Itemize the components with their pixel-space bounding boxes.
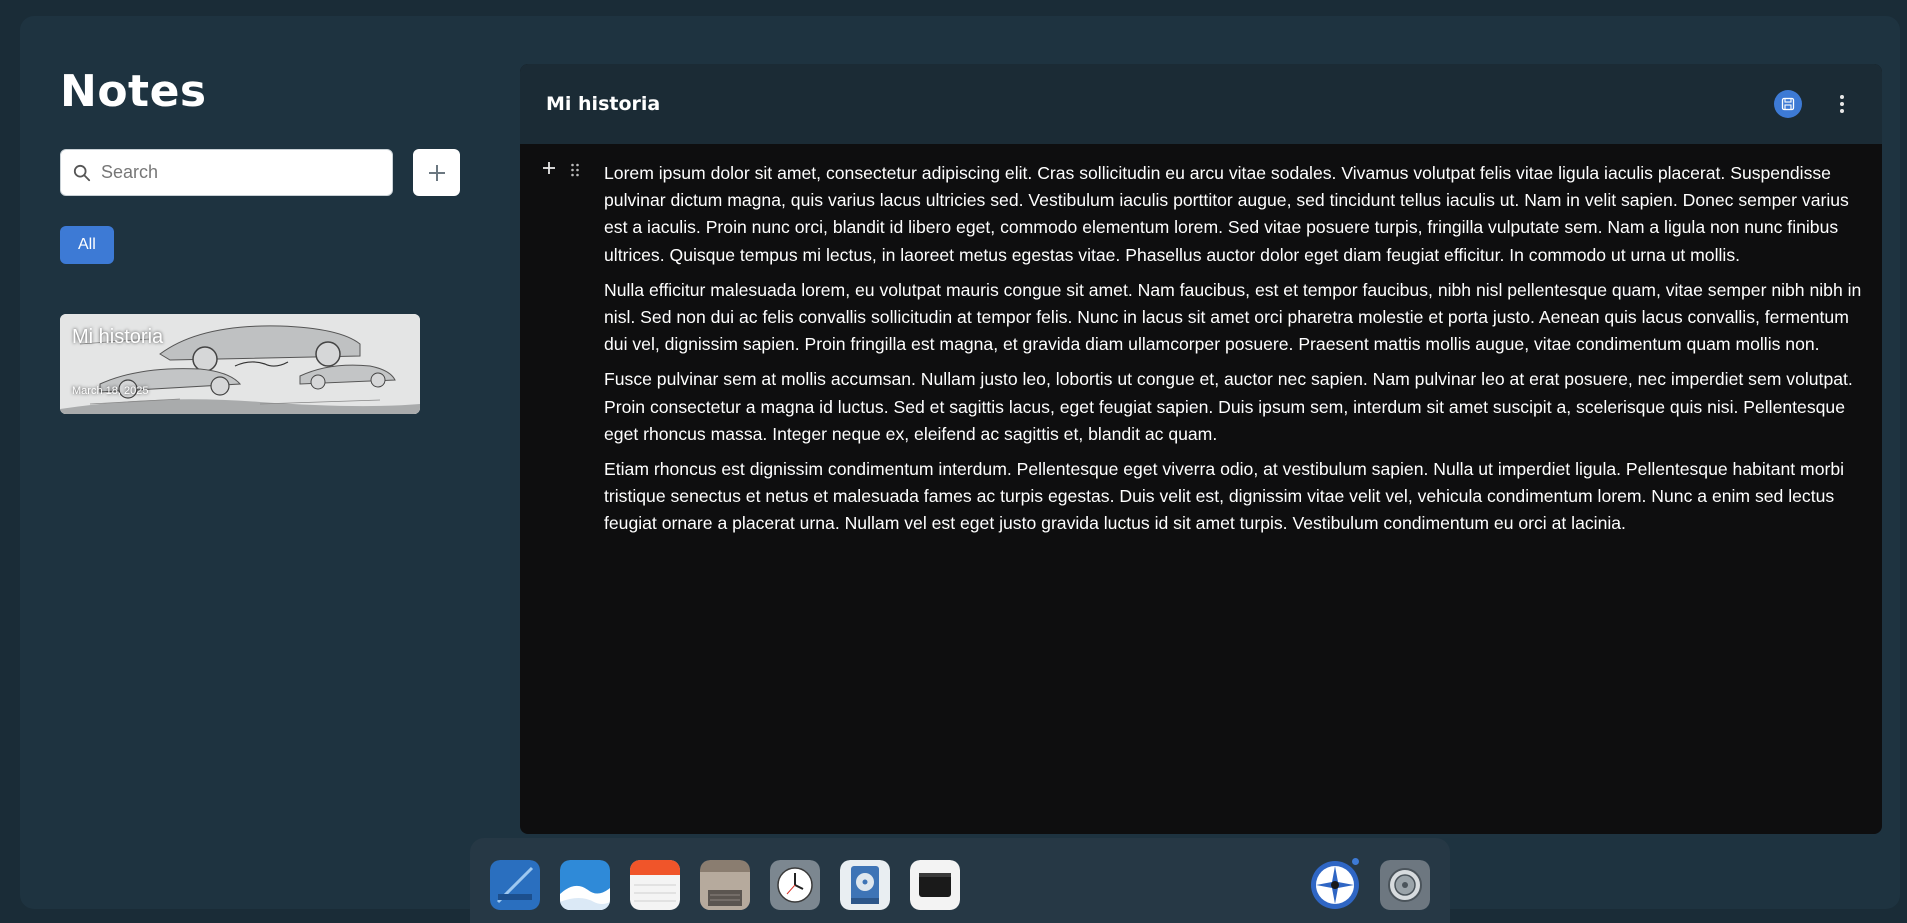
search-input[interactable] <box>101 162 371 183</box>
more-dot-icon <box>1840 109 1844 113</box>
plus-icon <box>428 164 445 181</box>
files-app-icon[interactable] <box>700 860 750 910</box>
disk-utility-app-icon[interactable] <box>840 860 890 910</box>
save-button[interactable] <box>1774 90 1802 118</box>
note-card-title: Mi historia <box>72 326 164 348</box>
add-note-button[interactable] <box>413 149 460 196</box>
app-title: Notes <box>60 66 207 117</box>
floppy-disk-icon <box>1781 97 1795 111</box>
paragraph-block[interactable]: Etiam rhoncus est dignissim condimentum … <box>604 456 1868 538</box>
search-icon <box>73 164 91 181</box>
more-dot-icon <box>1840 102 1844 106</box>
dock <box>470 838 1450 923</box>
notes-app-window: Notes All <box>20 16 1900 909</box>
note-title[interactable]: Mi historia <box>546 93 660 115</box>
paragraph-block[interactable]: Fusce pulvinar sem at mollis accumsan. N… <box>604 366 1868 448</box>
paragraph-block[interactable]: Nulla efficitur malesuada lorem, eu volu… <box>604 277 1868 359</box>
add-block-icon[interactable] <box>542 161 556 175</box>
editor-header: Mi historia <box>520 64 1882 144</box>
terminal-app-icon[interactable] <box>910 860 960 910</box>
more-dot-icon <box>1840 95 1844 99</box>
notification-dot <box>1352 858 1359 865</box>
settings-app-icon[interactable] <box>1380 860 1430 910</box>
note-editor: Mi historia Lorem ipsum dolor sit amet, … <box>520 64 1882 834</box>
launcher-app-icon[interactable] <box>1310 860 1360 910</box>
drag-handle-icon[interactable] <box>570 163 580 177</box>
clock-app-icon[interactable] <box>770 860 820 910</box>
paragraph-block[interactable]: Lorem ipsum dolor sit amet, consectetur … <box>604 160 1868 269</box>
more-options-button[interactable] <box>1832 90 1852 118</box>
cloud-app-icon[interactable] <box>560 860 610 910</box>
notes-app-icon[interactable] <box>630 860 680 910</box>
note-card[interactable]: Mi historia March 18, 2025 <box>60 314 420 414</box>
note-card-date: March 18, 2025 <box>72 385 149 397</box>
search-box[interactable] <box>60 149 393 196</box>
filter-all-chip[interactable]: All <box>60 226 114 264</box>
finder-app-icon[interactable] <box>490 860 540 910</box>
editor-body[interactable]: Lorem ipsum dolor sit amet, consectetur … <box>520 144 1882 538</box>
